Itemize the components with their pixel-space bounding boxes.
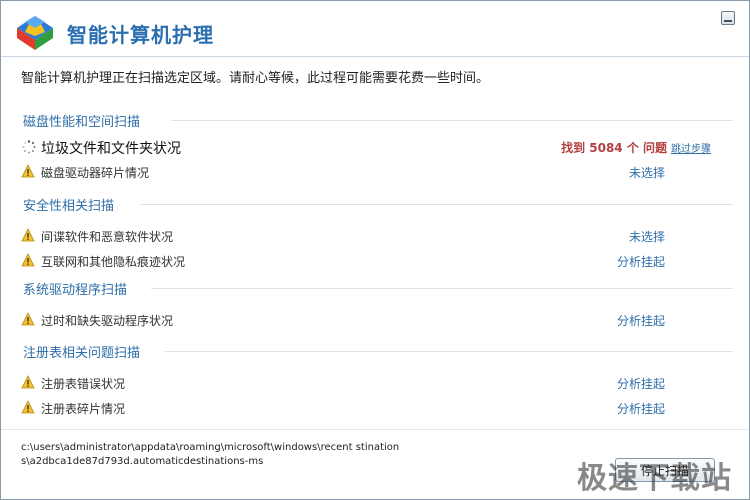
list-item-disk-fragment: 磁盘驱动器碎片情况 未选择 bbox=[21, 163, 711, 181]
stop-scan-button[interactable]: 停止扫描 bbox=[615, 458, 715, 482]
item-status: 未选择 bbox=[628, 166, 665, 180]
item-label: 间谍软件和恶意软件状况 bbox=[41, 230, 174, 244]
current-scan-path: c:\users\administrator\appdata\roaming\m… bbox=[21, 442, 400, 467]
window-header: 智能计算机护理 bbox=[1, 1, 749, 59]
item-status: 分析挂起 bbox=[616, 402, 665, 416]
window-title: 智能计算机护理 bbox=[67, 23, 214, 47]
found-count: 找到 5084 个 问题 bbox=[561, 141, 667, 155]
item-status: 分析挂起 bbox=[616, 255, 665, 269]
item-label: 垃圾文件和文件夹状况 bbox=[41, 141, 181, 157]
list-item-registry-fragment: 注册表碎片情况 分析挂起 bbox=[21, 399, 711, 417]
list-item-junk-files: 垃圾文件和文件夹状况 找到 5084 个 问题 跳过步骤 bbox=[21, 138, 711, 157]
warning-icon bbox=[21, 164, 35, 178]
item-label: 注册表错误状况 bbox=[41, 377, 126, 391]
warning-icon bbox=[21, 312, 35, 326]
warning-icon bbox=[21, 400, 35, 414]
list-item-drivers: 过时和缺失驱动程序状况 分析挂起 bbox=[21, 311, 711, 329]
intro-text: 智能计算机护理正在扫描选定区域。请耐心等候，此过程可能需要花费一些时间。 bbox=[21, 71, 490, 86]
section-title-drivers: 系统驱动程序扫描 bbox=[23, 283, 128, 298]
skip-step-link[interactable]: 跳过步骤 bbox=[671, 140, 711, 155]
section-divider bbox=[165, 351, 733, 352]
item-label: 互联网和其他隐私痕迹状况 bbox=[41, 255, 186, 269]
section-divider bbox=[151, 288, 733, 289]
warning-icon bbox=[21, 228, 35, 242]
footer-divider bbox=[1, 429, 749, 430]
list-item-privacy: 互联网和其他隐私痕迹状况 分析挂起 bbox=[21, 252, 711, 270]
warning-icon bbox=[21, 375, 35, 389]
minimize-icon[interactable] bbox=[721, 11, 735, 25]
header-divider bbox=[1, 56, 749, 57]
list-item-spyware: 间谍软件和恶意软件状况 未选择 bbox=[21, 227, 711, 245]
list-item-registry-errors: 注册表错误状况 分析挂起 bbox=[21, 374, 711, 392]
section-title-security: 安全性相关扫描 bbox=[23, 199, 115, 214]
loading-spinner-icon bbox=[22, 140, 36, 154]
section-title-disk: 磁盘性能和空间扫描 bbox=[23, 115, 141, 130]
app-logo-icon bbox=[17, 16, 53, 50]
item-label: 注册表碎片情况 bbox=[41, 402, 126, 416]
warning-icon bbox=[21, 253, 35, 267]
item-status: 未选择 bbox=[628, 230, 665, 244]
section-title-registry: 注册表相关问题扫描 bbox=[23, 346, 141, 361]
section-divider bbox=[141, 204, 733, 205]
item-status: 分析挂起 bbox=[616, 314, 665, 328]
item-label: 磁盘驱动器碎片情况 bbox=[41, 166, 150, 180]
scan-window: 智能计算机护理 智能计算机护理正在扫描选定区域。请耐心等候，此过程可能需要花费一… bbox=[0, 0, 750, 500]
item-status: 分析挂起 bbox=[616, 377, 665, 391]
item-label: 过时和缺失驱动程序状况 bbox=[41, 314, 174, 328]
section-divider bbox=[171, 120, 733, 121]
